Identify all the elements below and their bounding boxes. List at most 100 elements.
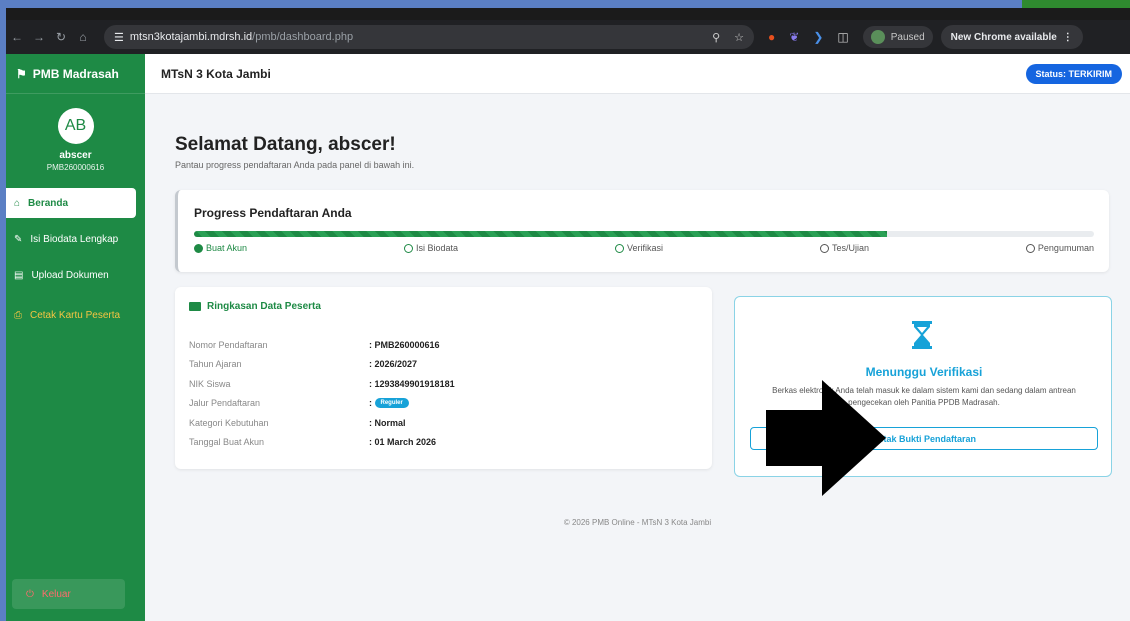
id-card-icon bbox=[189, 302, 201, 311]
hourglass-icon bbox=[912, 321, 932, 349]
extension-arrow-icon[interactable]: ❯ bbox=[813, 30, 823, 44]
step-check-icon bbox=[404, 243, 413, 253]
progress-steps: Buat Akun Isi Biodata Verifikasi Tes/Uji… bbox=[194, 243, 1094, 253]
row-label: Tahun Ajaran bbox=[189, 359, 242, 370]
step-isi-biodata: Isi Biodata bbox=[404, 243, 458, 253]
progress-bar bbox=[194, 231, 1094, 237]
sidebar-item-label: Beranda bbox=[28, 197, 69, 209]
step-pending-icon bbox=[819, 243, 829, 253]
sidebar-item-upload-dokumen[interactable]: ▤ Upload Dokumen bbox=[6, 260, 145, 290]
sidebar-menu: ⌂ Beranda ✎ Isi Biodata Lengkap ▤ Upload… bbox=[6, 188, 145, 330]
logout-button[interactable]: ⏻ Keluar bbox=[12, 579, 125, 609]
summary-rows: Nomor Pendaftaran : PMB260000616 Tahun Aj… bbox=[189, 335, 689, 452]
new-chrome-label: New Chrome available bbox=[950, 31, 1057, 43]
step-label: Pengumuman bbox=[1037, 243, 1094, 253]
print-icon: ⎙ bbox=[14, 309, 22, 321]
footer: © 2026 PMB Online - MTsN 3 Kota Jambi bbox=[563, 518, 712, 527]
address-bar[interactable]: ☰ mtsn3kotajambi.mdrsh.id /pmb/dashboard… bbox=[104, 25, 754, 49]
power-icon: ⏻ bbox=[26, 588, 34, 600]
bookmark-star-icon[interactable]: ☆ bbox=[734, 31, 744, 44]
extensions: ● ❦ ❯ ◫ bbox=[768, 30, 849, 44]
summary-row: Kategori Kebutuhan : Normal bbox=[189, 413, 689, 433]
main-content: Selamat Datang, abscer! Pantau progress … bbox=[145, 94, 1130, 621]
zoom-icon[interactable]: ⚲ bbox=[712, 31, 720, 44]
profile-paused[interactable]: Paused bbox=[862, 26, 933, 48]
url-domain: mtsn3kotajambi.mdrsh.id bbox=[129, 31, 253, 43]
screen: ← → ↻ ⌂ ☰ mtsn3kotajambi.mdrsh.id /pmb/d… bbox=[6, 8, 1130, 621]
print-proof-label: Cetak Bukti Pendaftaran bbox=[871, 433, 977, 444]
logout-label: Keluar bbox=[41, 588, 71, 600]
page-subtitle: Pantau progress pendaftaran Anda pada pa… bbox=[175, 160, 415, 170]
row-value: : PMB260000616 bbox=[369, 339, 440, 350]
sidebar-item-cetak-kartu[interactable]: ⎙ Cetak Kartu Peserta bbox=[6, 300, 145, 330]
forward-icon[interactable]: → bbox=[28, 30, 50, 44]
sidebar: ⚑ PMB Madrasah AB abscer PMB260000616 ⌂ … bbox=[6, 54, 145, 621]
brand[interactable]: ⚑ PMB Madrasah bbox=[6, 54, 145, 94]
extensions-puzzle-icon[interactable]: ◫ bbox=[837, 30, 848, 44]
row-value: : 01 March 2026 bbox=[369, 437, 437, 448]
paused-label: Paused bbox=[890, 31, 925, 43]
row-label: Jalur Pendaftaran bbox=[189, 398, 261, 409]
step-label: Isi Biodata bbox=[416, 243, 459, 253]
summary-title-label: Ringkasan Data Peserta bbox=[207, 301, 321, 312]
row-value: : bbox=[369, 398, 372, 409]
step-label: Verifikasi bbox=[626, 243, 663, 253]
back-icon[interactable]: ← bbox=[6, 30, 28, 44]
summary-card: Ringkasan Data Peserta Nomor Pendaftaran… bbox=[175, 287, 712, 469]
browser-toolbar: ← → ↻ ⌂ ☰ mtsn3kotajambi.mdrsh.id /pmb/d… bbox=[6, 20, 1130, 54]
row-label: Nomor Pendaftaran bbox=[189, 339, 268, 350]
sidebar-item-label: Isi Biodata Lengkap bbox=[30, 233, 119, 245]
summary-row: Nomor Pendaftaran : PMB260000616 bbox=[189, 335, 689, 355]
row-value: : 1293849901918181 bbox=[369, 378, 455, 389]
school-building-icon: ⚑ bbox=[16, 66, 27, 81]
progress-title: Progress Pendaftaran Anda bbox=[194, 206, 352, 220]
user-name: abscer bbox=[59, 150, 92, 161]
new-chrome-button[interactable]: New Chrome available ⋮ bbox=[940, 25, 1083, 49]
menu-dots-icon[interactable]: ⋮ bbox=[1063, 32, 1073, 43]
step-tes-ujian: Tes/Ujian bbox=[819, 243, 869, 253]
status-badge: Status: TERKIRIM bbox=[1025, 63, 1122, 84]
sidebar-item-isi-biodata[interactable]: ✎ Isi Biodata Lengkap bbox=[6, 224, 145, 254]
reload-icon[interactable]: ↻ bbox=[50, 30, 72, 44]
step-check-icon bbox=[614, 243, 624, 253]
school-name: MTsN 3 Kota Jambi bbox=[161, 66, 271, 81]
extension-leaf-icon[interactable]: ❦ bbox=[789, 30, 799, 44]
row-label: Kategori Kebutuhan bbox=[189, 417, 269, 428]
row-value: : 2026/2027 bbox=[369, 359, 418, 370]
url-path: /pmb/dashboard.php bbox=[252, 31, 354, 43]
sidebar-item-label: Upload Dokumen bbox=[31, 269, 109, 281]
browser-tab-strip bbox=[6, 8, 1130, 20]
top-header: MTsN 3 Kota Jambi Status: TERKIRIM bbox=[145, 54, 1130, 94]
step-buat-akun: Buat Akun bbox=[194, 243, 247, 253]
brand-label: PMB Madrasah bbox=[32, 66, 119, 81]
step-verifikasi: Verifikasi bbox=[614, 243, 663, 253]
home-browser-icon[interactable]: ⌂ bbox=[72, 30, 94, 44]
user-id: PMB260000616 bbox=[46, 163, 105, 172]
summary-title: Ringkasan Data Peserta bbox=[189, 301, 321, 312]
progress-fill bbox=[194, 231, 887, 237]
row-value: : Normal bbox=[369, 417, 406, 428]
profile-avatar-icon bbox=[870, 30, 885, 44]
site-info-icon[interactable]: ☰ bbox=[114, 31, 124, 44]
sidebar-item-beranda[interactable]: ⌂ Beranda bbox=[6, 188, 136, 218]
file-upload-icon: ▤ bbox=[14, 269, 24, 281]
avatar: AB bbox=[57, 108, 94, 144]
page-title: Selamat Datang, abscer! bbox=[175, 134, 396, 155]
extension-avatar-icon[interactable]: ● bbox=[768, 30, 775, 44]
step-label: Tes/Ujian bbox=[831, 243, 869, 253]
step-label: Buat Akun bbox=[206, 243, 248, 253]
summary-row: NIK Siswa : 1293849901918181 bbox=[189, 374, 689, 394]
user-edit-icon: ✎ bbox=[14, 233, 23, 245]
row-label: Tanggal Buat Akun bbox=[189, 437, 265, 448]
summary-row: Tahun Ajaran : 2026/2027 bbox=[189, 355, 689, 375]
step-done-icon bbox=[194, 243, 203, 253]
arrow-right-icon bbox=[766, 380, 886, 496]
sidebar-item-label: Cetak Kartu Peserta bbox=[30, 309, 121, 321]
verification-title: Menunggu Verifikasi bbox=[865, 365, 983, 379]
progress-card: Progress Pendaftaran Anda Buat Akun Isi … bbox=[175, 190, 1109, 272]
row-label: NIK Siswa bbox=[189, 378, 231, 389]
step-pending-icon bbox=[1025, 243, 1035, 253]
summary-row: Jalur Pendaftaran: Reguler bbox=[189, 394, 689, 414]
jalur-pill: Reguler bbox=[374, 398, 409, 409]
step-pengumuman: Pengumuman bbox=[1025, 243, 1094, 253]
